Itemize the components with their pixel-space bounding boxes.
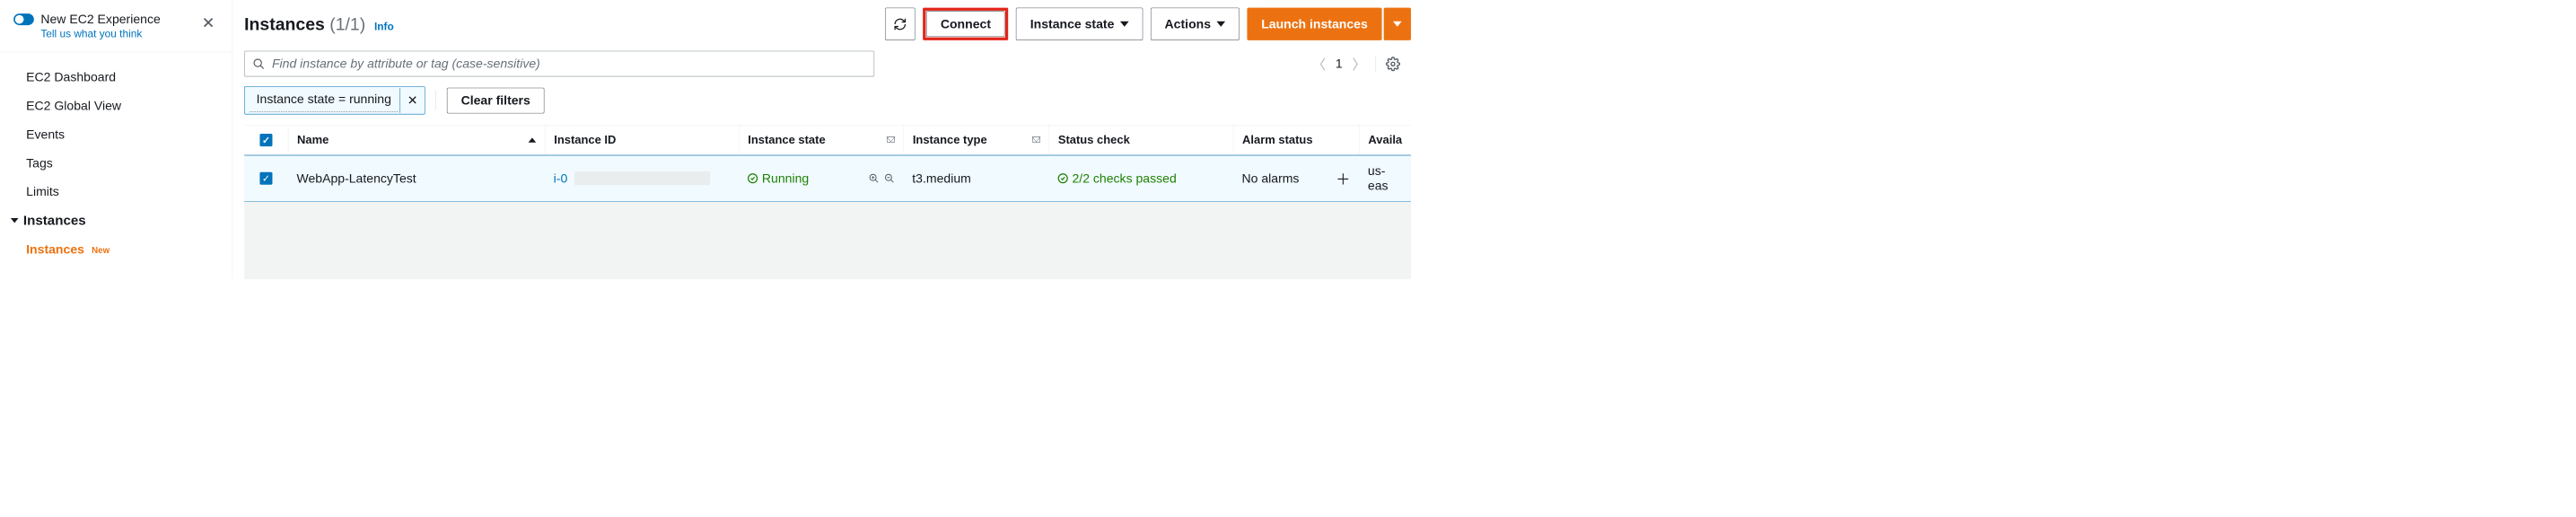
filter-chip-label: Instance state = running: [250, 87, 398, 112]
caret-down-icon: [11, 218, 19, 223]
col-instance-state[interactable]: Instance state: [739, 126, 904, 154]
row-checkbox[interactable]: ✓: [244, 164, 288, 192]
nav-instances-label: Instances: [26, 241, 84, 256]
page-title-text: Instances: [244, 13, 325, 33]
sort-asc-icon: [529, 137, 537, 142]
col-availability-zone[interactable]: Availa: [1359, 126, 1411, 154]
refresh-button[interactable]: [885, 8, 915, 40]
sidebar: New EC2 Experience Tell us what you thin…: [0, 0, 232, 279]
launch-instances-button[interactable]: Launch instances: [1248, 8, 1382, 40]
cell-name: WebApp-LatencyTest: [288, 163, 545, 194]
cell-instance-id[interactable]: i-0: [545, 163, 739, 194]
caret-down-icon: [1217, 22, 1226, 27]
empty-area: [244, 202, 1411, 279]
search-row: Find instance by attribute or tag (case-…: [244, 51, 1411, 77]
filter-chip[interactable]: Instance state = running ✕: [244, 86, 425, 114]
check-circle-icon: [1057, 173, 1068, 184]
divider: [435, 91, 436, 110]
connect-highlight: Connect: [923, 8, 1008, 40]
close-icon[interactable]: ✕: [197, 12, 218, 34]
zoom-out-icon[interactable]: [884, 173, 895, 184]
page-number: 1: [1336, 57, 1343, 72]
nav-section-instances[interactable]: Instances: [0, 206, 232, 235]
add-alarm-button[interactable]: ＋: [1336, 168, 1350, 189]
prev-page-button[interactable]: 〈: [1312, 54, 1326, 74]
filter-icon: [1032, 137, 1040, 142]
redacted: [574, 171, 710, 185]
col-status-check[interactable]: Status check: [1049, 126, 1233, 154]
new-experience-banner: New EC2 Experience Tell us what you thin…: [0, 12, 232, 52]
cell-status-check: 2/2 checks passed: [1049, 163, 1233, 194]
instance-state-button[interactable]: Instance state: [1016, 8, 1143, 40]
filter-icon: [887, 137, 895, 142]
col-name[interactable]: Name: [288, 126, 545, 154]
nav-ec2-global-view[interactable]: EC2 Global View: [0, 92, 232, 120]
gear-icon: [1386, 57, 1400, 71]
remove-filter-button[interactable]: ✕: [400, 88, 425, 113]
header-actions: Connect Instance state Actions Launch in…: [885, 8, 1411, 40]
nav-instances[interactable]: Instances New: [0, 235, 232, 264]
clear-filters-button[interactable]: Clear filters: [447, 87, 545, 113]
search-input[interactable]: Find instance by attribute or tag (case-…: [244, 51, 874, 77]
connect-button[interactable]: Connect: [926, 11, 1004, 37]
experience-toggle[interactable]: [13, 13, 34, 25]
caret-down-icon: [1393, 22, 1402, 27]
page-header: Instances (1/1) Info Connect Instance st…: [244, 8, 1411, 40]
nav-events[interactable]: Events: [0, 120, 232, 149]
table-header: ✓ Name Instance ID Instance state Instan…: [244, 125, 1411, 154]
divider: [1375, 55, 1376, 72]
experience-title: New EC2 Experience: [40, 12, 197, 27]
instances-table: ✓ Name Instance ID Instance state Instan…: [244, 125, 1411, 201]
page-title-count: (1/1): [329, 13, 365, 33]
instance-state-label: Instance state: [1030, 16, 1115, 31]
search-placeholder: Find instance by attribute or tag (case-…: [272, 57, 540, 72]
settings-button[interactable]: [1386, 57, 1400, 71]
nav-tags[interactable]: Tags: [0, 149, 232, 178]
pager: 〈 1 〉: [1312, 54, 1400, 74]
main: Instances (1/1) Info Connect Instance st…: [232, 0, 1411, 279]
cell-availability-zone: us-eas: [1359, 155, 1411, 201]
col-alarm-status[interactable]: Alarm status: [1233, 126, 1359, 154]
col-instance-type[interactable]: Instance type: [904, 126, 1049, 154]
new-badge: New: [92, 245, 110, 255]
cell-instance-state: Running: [739, 163, 904, 194]
col-instance-id[interactable]: Instance ID: [545, 126, 739, 154]
cell-alarm-status: No alarms ＋: [1233, 160, 1359, 197]
filter-row: Instance state = running ✕ Clear filters: [244, 86, 1411, 114]
caret-down-icon: [1120, 22, 1129, 27]
info-link[interactable]: Info: [374, 20, 394, 32]
experience-feedback-link[interactable]: Tell us what you think: [40, 28, 197, 40]
zoom-in-icon[interactable]: [869, 173, 880, 184]
actions-label: Actions: [1165, 16, 1211, 31]
search-icon: [252, 57, 265, 70]
next-page-button[interactable]: 〉: [1352, 54, 1365, 74]
nav-section-label: Instances: [23, 213, 86, 228]
nav-ec2-dashboard[interactable]: EC2 Dashboard: [0, 63, 232, 92]
check-circle-icon: [748, 173, 758, 184]
launch-instances-dropdown[interactable]: [1384, 8, 1411, 40]
select-all-checkbox[interactable]: ✓: [244, 126, 288, 153]
cell-instance-type: t3.medium: [904, 163, 1049, 194]
refresh-icon: [893, 17, 907, 31]
nav-limits[interactable]: Limits: [0, 178, 232, 206]
table-row[interactable]: ✓ WebApp-LatencyTest i-0 Running t3.medi…: [244, 155, 1411, 202]
page-title: Instances (1/1) Info: [244, 13, 394, 34]
instance-id-link[interactable]: i-0: [554, 171, 568, 186]
nav: EC2 Dashboard EC2 Global View Events Tag…: [0, 52, 232, 274]
actions-button[interactable]: Actions: [1151, 8, 1240, 40]
